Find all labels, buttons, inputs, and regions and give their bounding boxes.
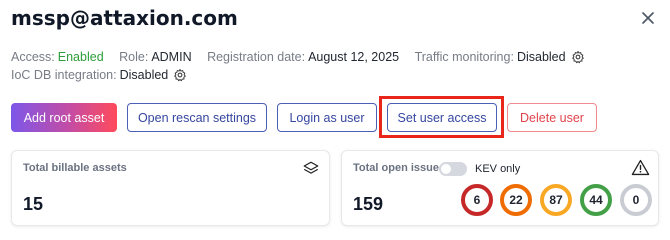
layers-icon xyxy=(303,161,319,174)
login-as-user-button[interactable]: Login as user xyxy=(277,103,377,132)
kev-only-label: KEV only xyxy=(475,163,521,175)
registration-info: Registration date: August 12, 2025 xyxy=(207,50,399,64)
ioc-db-info: IoC DB integration: Disabled xyxy=(11,68,187,82)
severity-medium-count[interactable]: 87 xyxy=(540,184,572,216)
traffic-monitoring-info: Traffic monitoring: Disabled xyxy=(415,50,585,64)
open-rescan-settings-button[interactable]: Open rescan settings xyxy=(127,103,267,132)
ioc-settings-gear-icon[interactable] xyxy=(173,68,187,82)
role-info: Role: ADMIN xyxy=(119,50,191,64)
billable-assets-label: Total billable assets xyxy=(23,162,127,174)
ioc-value: Disabled xyxy=(119,68,169,82)
user-meta-line-2: IoC DB integration: Disabled xyxy=(11,68,199,82)
add-root-asset-button[interactable]: Add root asset xyxy=(11,103,117,132)
open-issues-card: Total open issues KEV only 159 6 22 87 4… xyxy=(341,150,659,226)
set-user-access-button[interactable]: Set user access xyxy=(387,103,497,132)
severity-low-count[interactable]: 44 xyxy=(580,184,612,216)
severity-info-count[interactable]: 0 xyxy=(620,184,652,216)
close-icon[interactable] xyxy=(640,10,656,26)
delete-user-button[interactable]: Delete user xyxy=(507,103,597,132)
role-label: Role: xyxy=(119,50,149,64)
user-meta-line-1: Access: Enabled Role: ADMIN Registration… xyxy=(11,50,597,64)
severity-critical-count[interactable]: 6 xyxy=(461,184,493,216)
open-issues-label: Total open issues xyxy=(353,162,446,174)
role-value: ADMIN xyxy=(151,50,192,64)
access-label: Access: xyxy=(11,50,55,64)
toggle-knob xyxy=(441,164,451,174)
traffic-label: Traffic monitoring: xyxy=(414,50,514,64)
open-issues-value: 159 xyxy=(353,194,384,214)
severity-high-count[interactable]: 22 xyxy=(500,184,532,216)
traffic-settings-gear-icon[interactable] xyxy=(571,50,585,64)
page-title: mssp@attaxion.com xyxy=(11,6,238,30)
kev-only-toggle[interactable] xyxy=(439,162,467,176)
traffic-value: Disabled xyxy=(516,50,566,64)
registration-value: August 12, 2025 xyxy=(308,50,400,64)
registration-label: Registration date: xyxy=(207,50,306,64)
warning-icon xyxy=(631,159,650,176)
billable-assets-value: 15 xyxy=(23,194,44,214)
billable-assets-card: Total billable assets 15 xyxy=(11,150,330,226)
access-value: Enabled xyxy=(57,50,104,64)
access-info: Access: Enabled xyxy=(11,50,104,64)
ioc-label: IoC DB integration: xyxy=(11,68,117,82)
